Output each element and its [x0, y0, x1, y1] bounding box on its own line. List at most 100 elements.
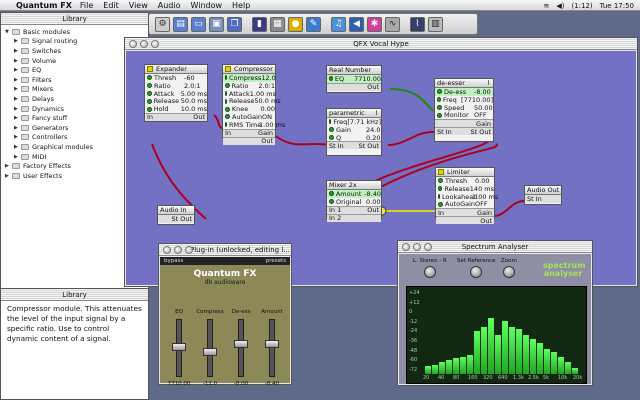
port-out[interactable]: St Out	[470, 128, 491, 136]
menu-view[interactable]: View	[129, 1, 148, 10]
module-audio-out[interactable]: Audio Out St In	[524, 185, 562, 205]
fader-track[interactable]	[203, 319, 217, 377]
param-value[interactable]: 2.0:1	[258, 82, 275, 90]
param-value[interactable]: 140 ms	[470, 185, 494, 193]
cable[interactable]	[389, 88, 437, 112]
tree-item-basic-modules[interactable]: ▼ Basic modules	[5, 27, 148, 37]
graph-view-icon[interactable]: ⌇	[410, 16, 425, 32]
param-value[interactable]: -8.00	[474, 88, 491, 96]
port-out[interactable]: Out	[367, 83, 379, 91]
param-value[interactable]: 2.0:1	[184, 82, 201, 90]
menu-edit[interactable]: Edit	[103, 1, 119, 10]
port-in[interactable]: St In	[437, 128, 452, 136]
param-value[interactable]: 50.00	[474, 104, 493, 112]
port-in[interactable]: St In	[527, 195, 542, 203]
param-value[interactable]: 0.20	[366, 134, 380, 142]
param-value[interactable]: 1.00 ms	[259, 121, 285, 129]
param-value[interactable]: ON	[262, 113, 272, 121]
port-in[interactable]: St In	[329, 142, 344, 150]
module-real-number[interactable]: Real Number EQ 7710.00 Out	[326, 65, 382, 93]
settings-icon[interactable]: ⚙	[155, 16, 170, 32]
module-icon[interactable]: ▦	[270, 16, 285, 32]
port-gain[interactable]: Gain	[258, 129, 273, 137]
lock-icon[interactable]: ●	[288, 16, 303, 32]
fader-knob[interactable]	[203, 347, 217, 356]
port-in[interactable]: In	[225, 129, 231, 137]
module-compressor[interactable]: Compressor Compress -12.0 Ratio 2.0:1 Atta…	[222, 64, 285, 145]
menu-audio[interactable]: Audio	[158, 1, 181, 10]
minimize-button[interactable]	[413, 242, 421, 251]
param-value[interactable]: 5.00 ms	[181, 90, 207, 98]
new-document-icon[interactable]: ▤	[173, 16, 188, 32]
fader-knob[interactable]	[265, 340, 279, 348]
module-parametric[interactable]: parametric ⌇ Freq [7.71 kHz] Gain 24.0 Q 0.2…	[326, 108, 382, 156]
panel-icon[interactable]: ▥	[428, 16, 443, 32]
cable[interactable]	[387, 130, 435, 146]
fader-track[interactable]	[234, 319, 248, 377]
fader-knob[interactable]	[234, 340, 248, 348]
close-button[interactable]	[129, 39, 137, 48]
param-value[interactable]: -12.0	[259, 74, 276, 82]
volume-icon[interactable]: ◀)	[556, 2, 564, 10]
port-gain[interactable]: Gain	[476, 120, 491, 128]
module-toggle-icon[interactable]	[147, 66, 153, 72]
port-in[interactable]: In	[438, 209, 444, 217]
zoom-knob[interactable]	[502, 266, 515, 278]
param-value[interactable]: 50.0 ms	[181, 97, 207, 105]
module-limiter[interactable]: Limiter Thresh 0.00 Release 140 ms Lookahe…	[435, 167, 498, 225]
param-value[interactable]: 0.00	[366, 198, 380, 206]
port-out[interactable]: St Out	[171, 215, 192, 223]
module-audio-in[interactable]: Audio In St Out	[157, 205, 195, 225]
close-button[interactable]	[163, 245, 171, 254]
port-out[interactable]: St Out	[358, 142, 379, 150]
plugin-titlebar[interactable]: Plug-in (unlocked, editing l...	[159, 244, 291, 256]
disclosure-open-icon[interactable]: ▼	[5, 29, 12, 35]
bypass-button[interactable]: bypass	[164, 258, 183, 264]
port-out[interactable]: Out	[367, 206, 379, 214]
menu-window[interactable]: Window	[191, 1, 223, 10]
zoom-button[interactable]	[151, 39, 159, 48]
param-value[interactable]: -60	[184, 74, 195, 82]
port-in-2[interactable]: In 2	[329, 214, 341, 222]
port-out[interactable]: Out	[480, 217, 492, 225]
zoom-button[interactable]	[424, 242, 432, 251]
zoom-button[interactable]	[185, 245, 193, 254]
open-folder-icon[interactable]: ▭	[191, 16, 206, 32]
patch-titlebar[interactable]: QFX Vocal Hype	[125, 38, 637, 50]
param-value[interactable]: 0.00	[475, 177, 489, 185]
param-value[interactable]: 50.0 ms	[254, 97, 280, 105]
set-reference-button[interactable]	[470, 266, 483, 278]
fader-track[interactable]	[265, 319, 279, 377]
spectrum-titlebar[interactable]: Spectrum Analyser	[398, 241, 592, 253]
param-value[interactable]: 1.00 ms	[472, 193, 498, 201]
library-book-icon[interactable]: ▮	[252, 16, 267, 32]
waveform-icon[interactable]: ∿	[385, 16, 400, 32]
eq-curve-icon[interactable]: ⌇	[487, 79, 490, 87]
eq-curve-icon[interactable]: ⌇	[375, 109, 378, 117]
port-gain[interactable]: Gain	[477, 209, 492, 217]
music-note-icon[interactable]: ♫	[331, 16, 346, 32]
module-mixer[interactable]: Mixer 2x Amount -8.40 Original 0.00 In 1 Ou…	[326, 180, 382, 222]
port-out[interactable]: Out	[261, 137, 273, 145]
param-value[interactable]: -8.40	[364, 190, 381, 198]
module-toggle-icon[interactable]	[438, 169, 444, 175]
description-titlebar[interactable]: Library	[1, 289, 148, 301]
cable[interactable]	[493, 200, 525, 217]
minimize-button[interactable]	[174, 245, 182, 254]
module-expander[interactable]: Expander Thresh -60 Ratio 2.0:1 Attack 5.00…	[144, 64, 208, 122]
param-value[interactable]: 10.0 ms	[181, 105, 207, 113]
port-out[interactable]: Out	[193, 113, 205, 121]
stereo-knob[interactable]	[423, 266, 436, 278]
port-in[interactable]: In	[147, 113, 153, 121]
presets-button[interactable]: presets	[266, 258, 286, 264]
param-value[interactable]: 0.00	[261, 105, 275, 113]
param-value[interactable]: OFF	[475, 200, 488, 208]
param-value[interactable]: 1.00 ms	[250, 90, 276, 98]
wifi-icon[interactable]: ≋	[543, 2, 549, 10]
menu-help[interactable]: Help	[232, 1, 250, 10]
param-value[interactable]: OFF	[474, 111, 487, 119]
clock[interactable]: Tue 17:50	[600, 2, 634, 10]
module-de-esser[interactable]: de-esser ⌇ De-ess -8.00 Freq [7710.00] Spee…	[434, 78, 494, 142]
param-value[interactable]: [7.71 kHz]	[347, 118, 381, 126]
speaker-icon[interactable]: ◀	[349, 16, 364, 32]
